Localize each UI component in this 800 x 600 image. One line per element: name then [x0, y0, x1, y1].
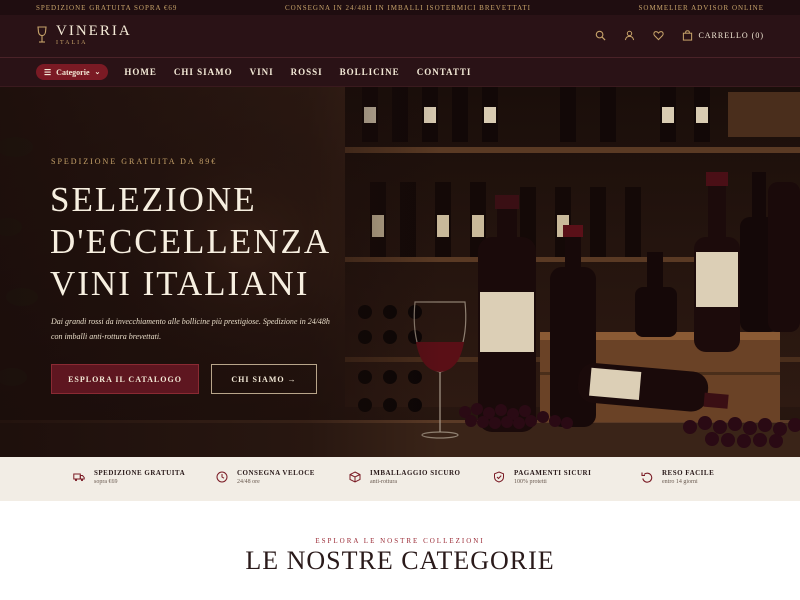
hero-title-line: VINI ITALIANI — [50, 264, 310, 303]
shield-icon — [494, 471, 504, 483]
categories-section: ESPLORA LE NOSTRE COLLEZIONI LE NOSTRE C… — [0, 501, 800, 600]
categories-dropdown[interactable]: ☰ Categorie ⌄ — [36, 64, 109, 80]
feature-item: CONSEGNA VELOCE 24/48 ore — [216, 469, 315, 485]
nav-contatti[interactable]: CONTATTI — [417, 67, 472, 77]
feature-title: SPEDIZIONE GRATUITA — [94, 469, 186, 477]
feature-item: SPEDIZIONE GRATUITA sopra €69 — [73, 469, 185, 485]
cart-label: CARRELLO (0) — [698, 31, 764, 40]
explore-catalog-button[interactable]: ESPLORA IL CATALOGO — [51, 364, 199, 394]
hero-title-line: D'ECCELLENZA — [50, 222, 332, 261]
feature-subtitle: entro 14 giorni — [662, 479, 698, 485]
feature-title: PAGAMENTI SICURI — [514, 469, 592, 477]
announcement-right[interactable]: SOMMELIER ADVISOR ONLINE — [639, 4, 765, 12]
hero-banner: SPEDIZIONE GRATUITA DA 89€ SELEZIONE D'E… — [0, 87, 800, 457]
header-actions: CARRELLO (0) — [595, 30, 764, 41]
about-us-button[interactable]: CHI SIAMO → — [211, 364, 317, 394]
cart-button[interactable]: CARRELLO (0) — [682, 30, 764, 41]
logo[interactable]: VINERIA ITALIA — [36, 24, 132, 46]
nav-rossi[interactable]: ROSSI — [291, 67, 323, 77]
hero-title: SELEZIONE D'ECCELLENZA VINI ITALIANI — [50, 179, 410, 305]
nav-chi-siamo[interactable]: CHI SIAMO — [174, 67, 233, 77]
nav-bollicine[interactable]: BOLLICINE — [340, 67, 400, 77]
feature-item: IMBALLAGGIO SICURO anti-rottura — [349, 469, 460, 485]
feature-subtitle: 24/48 ore — [237, 479, 260, 485]
hero-kicker: SPEDIZIONE GRATUITA DA 89€ — [51, 157, 218, 166]
section-title: LE NOSTRE CATEGORIE — [245, 546, 555, 575]
nav-home[interactable]: HOME — [124, 67, 157, 77]
main-nav: ☰ Categorie ⌄ HOME CHI SIAMO VINI ROSSI … — [0, 58, 800, 87]
logo-subtitle: ITALIA — [56, 40, 88, 46]
announcement-center: CONSEGNA IN 24/48H IN IMBALLI ISOTERMICI… — [284, 3, 531, 12]
site-header: VINERIA ITALIA CARRELLO (0) — [0, 15, 800, 58]
bag-icon — [683, 30, 693, 41]
return-icon — [641, 472, 653, 483]
feature-subtitle: 100% protetti — [514, 479, 547, 485]
features-bar: SPEDIZIONE GRATUITA sopra €69 CONSEGNA V… — [0, 457, 800, 501]
feature-title: RESO FACILE — [662, 469, 715, 477]
hero-title-line: SELEZIONE — [50, 180, 257, 219]
menu-icon: ☰ — [44, 67, 52, 77]
section-kicker: ESPLORA LE NOSTRE COLLEZIONI — [315, 537, 485, 545]
heart-icon[interactable] — [653, 30, 665, 41]
feature-subtitle: anti-rottura — [370, 479, 397, 485]
hero-description: Dai grandi rossi da invecchiamento alle … — [51, 317, 330, 341]
box-icon — [349, 471, 361, 483]
search-icon[interactable] — [595, 30, 606, 41]
nav-vini[interactable]: VINI — [250, 67, 274, 77]
categories-label: Categorie — [56, 67, 90, 77]
feature-subtitle: sopra €69 — [94, 479, 118, 485]
user-icon[interactable] — [624, 30, 635, 41]
feature-title: IMBALLAGGIO SICURO — [370, 469, 461, 477]
announcement-bar: SPEDIZIONE GRATUITA SOPRA €69 CONSEGNA I… — [0, 0, 800, 15]
wine-glass-icon — [37, 26, 47, 43]
feature-title: CONSEGNA VELOCE — [237, 469, 315, 477]
truck-icon — [73, 473, 85, 482]
logo-name: VINERIA — [56, 23, 132, 39]
chevron-down-icon: ⌄ — [94, 68, 101, 76]
feature-item: RESO FACILE entro 14 giorni — [641, 469, 714, 485]
announcement-left: SPEDIZIONE GRATUITA SOPRA €69 — [36, 3, 178, 12]
feature-item: PAGAMENTI SICURI 100% protetti — [493, 469, 591, 485]
clock-icon — [216, 471, 228, 483]
